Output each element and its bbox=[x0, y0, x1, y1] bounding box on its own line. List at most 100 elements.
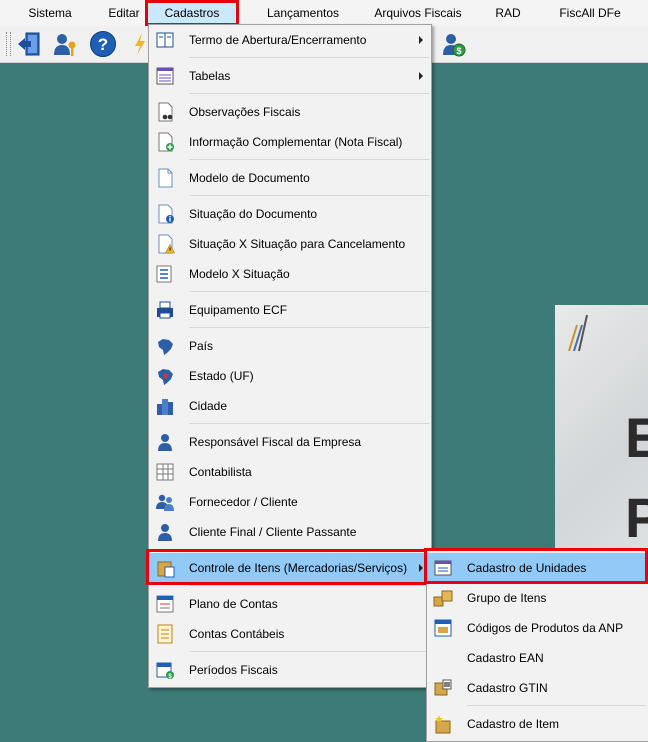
submenu-arrow-icon bbox=[419, 72, 423, 80]
menu-separator bbox=[189, 159, 429, 160]
submenu-item-cadastro-unidades[interactable]: Cadastro de Unidades bbox=[427, 553, 648, 583]
box-barcode-icon bbox=[434, 679, 452, 696]
menu-separator bbox=[189, 423, 429, 424]
menu-item-contabilista[interactable]: Contabilista bbox=[149, 457, 431, 487]
user-money-button[interactable]: $ bbox=[438, 29, 468, 59]
menu-item-cidade[interactable]: Cidade bbox=[149, 391, 431, 421]
unit-ruler-icon bbox=[434, 560, 452, 576]
menu-item-label: Cadastro de Unidades bbox=[467, 561, 587, 575]
menu-item-controle-itens[interactable]: Controle de Itens (Mercadorias/Serviços) bbox=[149, 553, 431, 583]
receipt-icon bbox=[157, 624, 173, 644]
menu-item-modelo-situacao[interactable]: Modelo X Situação bbox=[149, 259, 431, 289]
user-key-button[interactable] bbox=[50, 29, 80, 59]
submenu-arrow-icon bbox=[419, 564, 423, 572]
menu-item-tabelas[interactable]: Tabelas bbox=[149, 61, 431, 91]
submenu-arrow-icon bbox=[419, 36, 423, 44]
menu-item-label: Cidade bbox=[189, 399, 228, 413]
user-key-icon bbox=[54, 34, 76, 56]
submenu-item-grupo-itens[interactable]: Grupo de Itens bbox=[427, 583, 648, 613]
menu-separator bbox=[189, 327, 429, 328]
menu-editar[interactable]: Editar bbox=[98, 0, 150, 26]
menu-item-label: Cliente Final / Cliente Passante bbox=[189, 525, 357, 539]
table-list-icon bbox=[156, 67, 174, 85]
menu-item-modelo-documento[interactable]: Modelo de Documento bbox=[149, 163, 431, 193]
menu-item-label: Cadastro EAN bbox=[467, 651, 544, 665]
submenu-item-cadastro-item[interactable]: Cadastro de Item bbox=[427, 709, 648, 739]
menu-item-plano-contas[interactable]: Plano de Contas bbox=[149, 589, 431, 619]
menu-item-equipamento-ecf[interactable]: Equipamento ECF bbox=[149, 295, 431, 325]
banner-letter-e: E bbox=[625, 406, 648, 469]
document-warning-icon bbox=[158, 234, 175, 254]
menu-sistema[interactable]: Sistema bbox=[18, 0, 82, 26]
submenu-item-cadastro-gtin[interactable]: Cadastro GTIN bbox=[427, 673, 648, 703]
submenu-item-codigos-anp[interactable]: Códigos de Produtos da ANP bbox=[427, 613, 648, 643]
menu-separator bbox=[189, 93, 429, 94]
svg-text:$: $ bbox=[456, 46, 461, 56]
box-star-icon bbox=[435, 715, 451, 734]
city-buildings-icon bbox=[157, 399, 173, 415]
menu-item-label: Informação Complementar (Nota Fiscal) bbox=[189, 135, 403, 149]
ledger-icon bbox=[156, 595, 174, 613]
menu-separator bbox=[189, 195, 429, 196]
menu-separator bbox=[189, 291, 429, 292]
boxes-icon bbox=[433, 590, 453, 607]
menu-item-label: Controle de Itens (Mercadorias/Serviços) bbox=[189, 561, 408, 575]
document-info-icon bbox=[158, 204, 174, 224]
menu-bar: Sistema Editar Cadastros Lançamentos Arq… bbox=[0, 0, 648, 27]
menu-item-pais[interactable]: País bbox=[149, 331, 431, 361]
menu-item-fornecedor-cliente[interactable]: Fornecedor / Cliente bbox=[149, 487, 431, 517]
menu-item-label: Plano de Contas bbox=[189, 597, 278, 611]
printer-icon bbox=[157, 301, 173, 319]
menu-item-label: Modelo X Situação bbox=[189, 267, 290, 281]
menu-item-cliente-final[interactable]: Cliente Final / Cliente Passante bbox=[149, 517, 431, 547]
menu-item-contas-contabeis[interactable]: Contas Contábeis bbox=[149, 619, 431, 649]
menu-separator bbox=[189, 651, 429, 652]
fuel-code-icon bbox=[434, 619, 452, 637]
menu-item-label: País bbox=[189, 339, 214, 353]
logo-stripes-icon bbox=[568, 314, 588, 352]
menu-item-situacao-documento[interactable]: Situação do Documento bbox=[149, 199, 431, 229]
menu-item-label: Situação X Situação para Cancelamento bbox=[189, 237, 406, 251]
menu-item-label: Fornecedor / Cliente bbox=[189, 495, 298, 509]
blank-document-icon bbox=[158, 168, 173, 188]
menu-item-responsavel-fiscal[interactable]: Responsável Fiscal da Empresa bbox=[149, 427, 431, 457]
submenu-item-cadastro-ean[interactable]: Cadastro EAN bbox=[427, 643, 648, 673]
menu-item-label: Códigos de Produtos da ANP bbox=[467, 621, 624, 635]
person-icon bbox=[158, 434, 172, 451]
help-button[interactable]: ? bbox=[88, 29, 118, 59]
help-icon: ? bbox=[90, 31, 116, 57]
menu-item-label: Contabilista bbox=[189, 465, 252, 479]
person-icon bbox=[158, 524, 172, 541]
menu-item-situacao-cancelamento[interactable]: Situação X Situação para Cancelamento bbox=[149, 229, 431, 259]
exit-icon bbox=[18, 32, 40, 56]
menu-separator bbox=[189, 549, 429, 550]
menu-item-termo-abertura[interactable]: Termo de Abertura/Encerramento bbox=[149, 25, 431, 55]
box-document-icon bbox=[157, 561, 175, 578]
menu-rad[interactable]: RAD bbox=[488, 0, 528, 26]
document-plus-icon bbox=[158, 132, 174, 152]
menu-item-label: Tabelas bbox=[189, 69, 231, 83]
menu-item-label: Responsável Fiscal da Empresa bbox=[189, 435, 362, 449]
toolbar-grip[interactable] bbox=[6, 32, 11, 56]
menu-item-label: Cadastro de Item bbox=[467, 717, 560, 731]
menu-item-observacoes-fiscais[interactable]: Observações Fiscais bbox=[149, 97, 431, 127]
exit-button[interactable] bbox=[14, 29, 44, 59]
menu-item-estado[interactable]: Estado (UF) bbox=[149, 361, 431, 391]
document-binoculars-icon bbox=[158, 102, 173, 122]
menu-item-label: Observações Fiscais bbox=[189, 105, 301, 119]
menu-separator bbox=[189, 57, 429, 58]
menu-cadastros[interactable]: Cadastros bbox=[145, 0, 239, 26]
menu-arquivos-fiscais[interactable]: Arquivos Fiscais bbox=[368, 0, 468, 26]
cadastros-menu: Termo de Abertura/Encerramento Tabelas O… bbox=[148, 24, 432, 688]
menu-fiscall-dfe[interactable]: FiscAll DFe bbox=[550, 0, 630, 26]
menu-item-label: Situação do Documento bbox=[189, 207, 318, 221]
lightning-button[interactable] bbox=[132, 29, 148, 59]
calendar-money-icon: $ bbox=[156, 662, 174, 680]
brazil-map-icon bbox=[158, 339, 173, 355]
menu-lancamentos[interactable]: Lançamentos bbox=[255, 0, 351, 26]
menu-item-informacao-complementar[interactable]: Informação Complementar (Nota Fiscal) bbox=[149, 127, 431, 157]
svg-text:?: ? bbox=[98, 35, 108, 54]
menu-item-label: Contas Contábeis bbox=[189, 627, 285, 641]
menu-separator bbox=[467, 705, 646, 706]
menu-item-periodos-fiscais[interactable]: $ Períodos Fiscais bbox=[149, 655, 431, 685]
